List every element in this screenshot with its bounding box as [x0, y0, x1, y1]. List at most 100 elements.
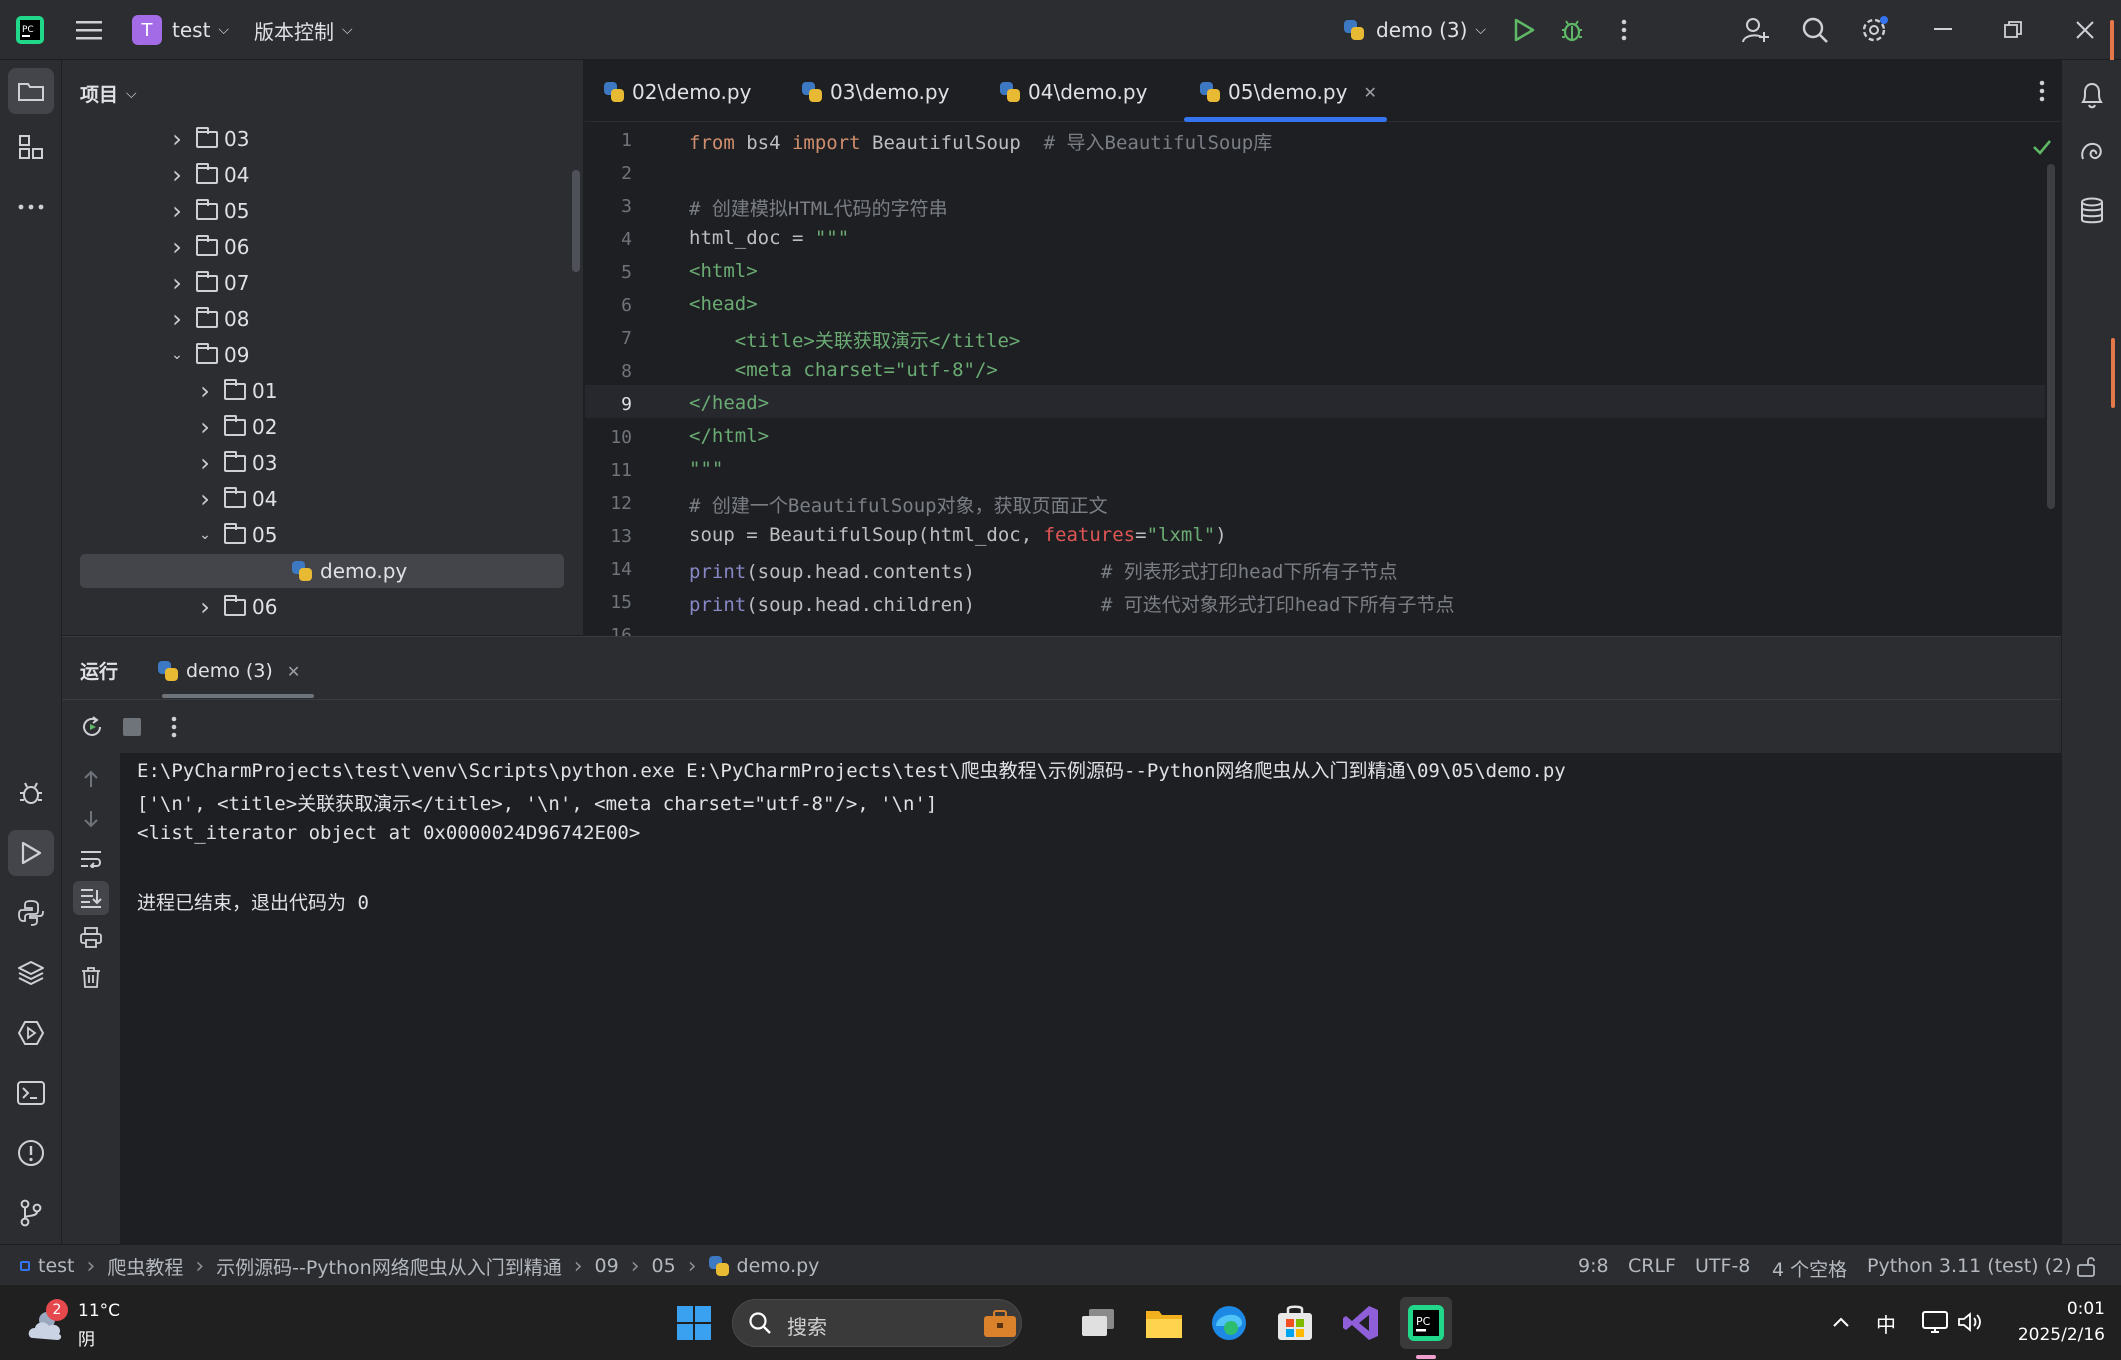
edge-browser-icon[interactable]	[1203, 1297, 1255, 1349]
chevron-right-icon[interactable]: ›	[166, 233, 188, 261]
tree-folder-item[interactable]: › 03	[166, 122, 249, 156]
restore-icon[interactable]	[1996, 14, 2030, 46]
tree-folder-item[interactable]: › 05	[166, 194, 249, 228]
close-tab-icon[interactable]: ✕	[1363, 83, 1376, 102]
tree-folder-item[interactable]: ⌄ 09	[166, 338, 249, 372]
breadcrumb-item[interactable]: 示例源码--Python网络爬虫从入门到精通	[216, 1253, 562, 1280]
network-icon[interactable]	[1920, 1307, 1952, 1337]
project-scrollbar[interactable]	[572, 170, 580, 272]
chevron-down-icon[interactable]: ⌄	[194, 527, 216, 543]
add-user-icon[interactable]	[1738, 14, 1772, 46]
tab-run-demo[interactable]: demo (3) ✕	[158, 649, 300, 693]
stop-icon[interactable]	[116, 711, 148, 743]
unlock-icon[interactable]	[2072, 1253, 2100, 1279]
python-interpreter[interactable]: Python 3.11 (test) (2)	[1867, 1255, 2072, 1277]
volume-icon[interactable]	[1954, 1307, 1986, 1337]
line-ending[interactable]: CRLF	[1628, 1255, 1676, 1277]
tree-file-item[interactable]: demo.py	[80, 554, 564, 588]
git-branch-icon[interactable]	[8, 1190, 54, 1236]
structure-icon[interactable]	[8, 124, 54, 170]
arrow-down-icon[interactable]	[75, 803, 107, 835]
file-explorer-icon[interactable]	[1138, 1297, 1190, 1349]
python-packages-icon[interactable]	[8, 950, 54, 996]
tree-folder-item[interactable]: › 04	[194, 482, 277, 516]
chevron-right-icon[interactable]: ›	[194, 449, 216, 477]
editor-tab[interactable]: 04\demo.py	[1000, 62, 1147, 122]
scroll-to-end-icon[interactable]	[73, 881, 109, 915]
chevron-right-icon[interactable]: ›	[166, 305, 188, 333]
services-icon[interactable]	[8, 1010, 54, 1056]
task-view-icon[interactable]	[1072, 1297, 1124, 1349]
tree-folder-item[interactable]: › 04	[166, 158, 249, 192]
trash-icon[interactable]	[75, 961, 107, 993]
project-switcher[interactable]: T test ⌵	[132, 14, 229, 46]
editor-scrollbar[interactable]	[2047, 164, 2055, 509]
arrow-up-icon[interactable]	[75, 763, 107, 795]
pycharm-taskbar-icon[interactable]: PC	[1400, 1297, 1452, 1349]
more-tools-icon[interactable]	[8, 184, 54, 230]
chevron-right-icon[interactable]: ›	[194, 377, 216, 405]
windows-start-icon[interactable]	[668, 1297, 720, 1349]
editor-tab[interactable]: 03\demo.py	[802, 62, 949, 122]
tree-folder-item[interactable]: ⌄ 05	[194, 518, 277, 552]
tree-folder-item[interactable]: › 06	[194, 590, 277, 624]
database-icon[interactable]	[2069, 188, 2115, 234]
debug-tool-icon[interactable]	[8, 770, 54, 816]
debug-icon[interactable]	[1556, 14, 1588, 46]
microsoft-store-icon[interactable]	[1269, 1297, 1321, 1349]
close-icon[interactable]	[2068, 14, 2102, 46]
python-console-icon[interactable]	[8, 890, 54, 936]
visual-studio-icon[interactable]	[1335, 1297, 1387, 1349]
breadcrumb-item[interactable]: 爬虫教程	[107, 1253, 183, 1280]
breadcrumb-item[interactable]: test	[38, 1255, 75, 1277]
editor-tab[interactable]: 05\demo.py ✕	[1184, 62, 1387, 122]
taskbar-search-box[interactable]: 搜索	[732, 1299, 1022, 1347]
pycharm-logo-icon[interactable]: PC	[14, 14, 46, 46]
vcs-menu[interactable]: 版本控制 ⌵	[254, 14, 353, 46]
clock-time[interactable]: 0:01	[2055, 1299, 2105, 1319]
main-menu-icon[interactable]	[72, 14, 106, 46]
chevron-right-icon[interactable]: ›	[166, 197, 188, 225]
chevron-down-icon[interactable]: ⌄	[166, 347, 188, 363]
file-encoding[interactable]: UTF-8	[1695, 1255, 1750, 1277]
problems-icon[interactable]	[8, 1130, 54, 1176]
tree-folder-item[interactable]: › 07	[166, 266, 249, 300]
notifications-bell-icon[interactable]	[2069, 72, 2115, 118]
breadcrumb-item[interactable]: demo.py	[737, 1255, 820, 1277]
chevron-right-icon[interactable]: ›	[194, 485, 216, 513]
breadcrumb-item[interactable]: 09	[595, 1255, 619, 1277]
soft-wrap-icon[interactable]	[75, 843, 107, 875]
chevron-right-icon[interactable]: ›	[166, 269, 188, 297]
cursor-position[interactable]: 9:8	[1578, 1255, 1609, 1277]
indent-setting[interactable]: 4 个空格	[1772, 1255, 1847, 1282]
chevron-right-icon[interactable]: ›	[166, 161, 188, 189]
chevron-right-icon[interactable]: ›	[194, 593, 216, 621]
chevron-right-icon[interactable]: ›	[166, 125, 188, 153]
editor-tab[interactable]: 02\demo.py	[604, 62, 751, 122]
search-icon[interactable]	[1798, 14, 1832, 46]
more-actions-icon[interactable]	[1608, 14, 1640, 46]
tree-folder-item[interactable]: › 06	[166, 230, 249, 264]
settings-gear-icon[interactable]	[1857, 14, 1891, 46]
project-folder-icon[interactable]	[8, 68, 54, 114]
tree-folder-item[interactable]: › 02	[194, 410, 277, 444]
tree-folder-item[interactable]: › 03	[194, 446, 277, 480]
terminal-icon[interactable]	[8, 1070, 54, 1116]
clock-date[interactable]: 2025/2/16	[2000, 1325, 2105, 1345]
print-icon[interactable]	[75, 921, 107, 953]
close-tab-icon[interactable]: ✕	[287, 662, 300, 681]
run-config-selector[interactable]: demo (3) ⌵	[1344, 14, 1486, 46]
breadcrumb-item[interactable]: 05	[652, 1255, 676, 1277]
run-more-icon[interactable]	[162, 711, 186, 743]
editor-more-icon[interactable]	[2027, 74, 2057, 108]
ai-assistant-icon[interactable]	[2069, 130, 2115, 176]
run-tool-icon[interactable]	[8, 830, 54, 876]
tree-folder-item[interactable]: › 08	[166, 302, 249, 336]
ime-indicator[interactable]: 中	[1876, 1309, 1896, 1338]
run-icon[interactable]	[1508, 14, 1540, 46]
chevron-right-icon[interactable]: ›	[194, 413, 216, 441]
chevron-up-icon[interactable]	[1826, 1307, 1856, 1337]
project-panel-header[interactable]: 项目 ⌵	[80, 80, 137, 107]
rerun-icon[interactable]	[76, 711, 108, 743]
tree-folder-item[interactable]: › 01	[194, 374, 277, 408]
